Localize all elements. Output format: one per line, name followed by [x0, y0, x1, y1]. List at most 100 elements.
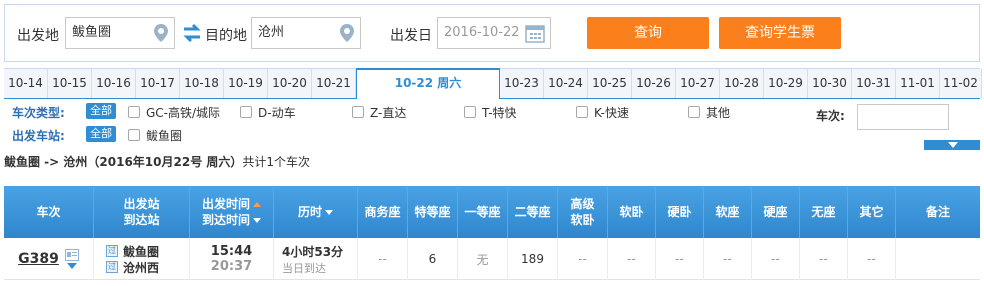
cell-business: --	[358, 238, 408, 280]
date-tab[interactable]: 10-16	[92, 69, 136, 98]
date-tab[interactable]: 10-20	[268, 69, 312, 98]
duration: 4小时53分	[282, 244, 344, 259]
date-tab[interactable]: 10-31	[852, 69, 896, 98]
train-type-all-button[interactable]: 全部	[86, 103, 116, 119]
from-station-input[interactable]: 鲅鱼圈	[65, 17, 175, 49]
filter-d[interactable]: D-动车	[240, 104, 296, 120]
cell-special: 6	[408, 238, 458, 280]
col-arrive-time-label: 到达时间	[201, 213, 250, 227]
cell-other: --	[848, 238, 896, 280]
date-tab[interactable]: 10-14	[4, 69, 48, 98]
col-hard-sleeper-label: 硬卧	[667, 205, 692, 219]
date-tab[interactable]: 11-01	[896, 69, 940, 98]
date-tab[interactable]: 10-24	[544, 69, 588, 98]
col-times[interactable]: 出发时间 到达时间	[190, 186, 274, 238]
checkbox[interactable]	[352, 106, 364, 118]
train-number-link[interactable]: G389	[18, 251, 59, 267]
col-hard-seat: 硬座	[752, 186, 800, 238]
date-tab[interactable]: 10-19	[224, 69, 268, 98]
location-pin-icon	[340, 24, 354, 42]
col-from-station-label: 出发站	[123, 197, 160, 211]
date-input[interactable]: 2016-10-22	[437, 17, 551, 49]
filter-z[interactable]: Z-直达	[352, 104, 406, 120]
date-tab[interactable]: 10-28	[720, 69, 764, 98]
filter-k[interactable]: K-快速	[576, 104, 629, 120]
arrive-time: 20:37	[210, 259, 253, 274]
train-no-input[interactable]	[857, 104, 949, 130]
date-tab[interactable]: 10-15	[48, 69, 92, 98]
col-duration[interactable]: 历时	[274, 186, 358, 238]
summary-route: 鲅鱼圈 -> 沧州（2016年10月22号 周六）	[4, 155, 243, 169]
sort-arrive-time[interactable]: 到达时间	[202, 212, 261, 228]
station-all-button[interactable]: 全部	[86, 126, 116, 142]
swap-icon[interactable]	[181, 22, 203, 44]
result-summary: 鲅鱼圈 -> 沧州（2016年10月22号 周六）共计1个车次	[4, 153, 310, 170]
date-tab[interactable]: 10-27	[676, 69, 720, 98]
checkbox[interactable]	[128, 129, 140, 141]
train-no-label: 车次:	[816, 109, 845, 123]
col-soft-seat: 软座	[704, 186, 752, 238]
checkbox[interactable]	[576, 106, 588, 118]
chevron-down-icon	[948, 142, 958, 148]
filter-panel: 车次类型: 全部 GC-高铁/城际 D-动车 Z-直达 T-特快 K-快速 其他…	[4, 101, 980, 149]
to-label: 目的地	[205, 28, 247, 44]
arrive-day: 当日到达	[282, 261, 326, 275]
summary-count: 共计1个车次	[242, 155, 311, 169]
checkbox[interactable]	[688, 106, 700, 118]
from-station-name: 鲅鱼圈	[123, 244, 160, 259]
col-soft-sleeper: 软卧	[608, 186, 656, 238]
date-tab[interactable]: 10-21	[312, 69, 356, 98]
date-tab[interactable]: 11-02	[940, 69, 982, 98]
date-tab[interactable]: 10-29	[764, 69, 808, 98]
date-tab-active[interactable]: 10-22 周六	[356, 68, 500, 99]
sort-depart-time[interactable]: 出发时间	[202, 196, 261, 212]
cell-second: 189	[508, 238, 558, 280]
col-first: 一等座	[458, 186, 508, 238]
col-hard-seat-label: 硬座	[763, 205, 788, 219]
date-tab[interactable]: 10-23	[500, 69, 544, 98]
table-header: 车次 出发站 到达站 出发时间 到达时间 历时 商务座 特等座 一等座 二等座 高级…	[4, 186, 980, 238]
filter-gc-label: GC-高铁/城际	[146, 105, 221, 120]
filter-other-label: 其他	[706, 105, 731, 120]
from-station: 过鲅鱼圈	[106, 243, 159, 259]
to-station-input[interactable]: 沧州	[251, 17, 361, 49]
col-business-label: 商务座	[364, 205, 401, 219]
cell-hard-sleeper: --	[656, 238, 704, 280]
collapse-filter-button[interactable]	[924, 140, 980, 150]
filter-other[interactable]: 其他	[688, 104, 730, 120]
station-filter-row: 出发车站: 全部 鲅鱼圈	[4, 124, 764, 144]
cell-no-seat: --	[800, 238, 848, 280]
calendar-icon[interactable]	[524, 22, 546, 44]
checkbox[interactable]	[464, 106, 476, 118]
depart-time: 15:44	[210, 244, 253, 259]
info-card-icon[interactable]	[64, 249, 79, 261]
date-tab[interactable]: 10-30	[808, 69, 852, 98]
sort-desc-icon	[253, 218, 261, 223]
col-to-station-label: 到达站	[123, 213, 160, 227]
date-label: 出发日	[390, 28, 432, 44]
search-bar: 出发地 鲅鱼圈 目的地 沧州 出发日 2016-10-22 查询 查询学生票	[4, 4, 980, 62]
col-duration-label: 历时	[297, 205, 322, 219]
date-tab[interactable]: 10-17	[136, 69, 180, 98]
col-high-soft-sleeper: 高级 软卧	[558, 186, 608, 238]
checkbox[interactable]	[128, 106, 140, 118]
filter-station[interactable]: 鲅鱼圈	[128, 127, 182, 143]
date-tab[interactable]: 10-18	[180, 69, 224, 98]
student-ticket-button[interactable]: 查询学生票	[719, 17, 841, 49]
checkbox[interactable]	[240, 106, 252, 118]
cell-remark	[896, 238, 980, 280]
cell-soft-sleeper: --	[608, 238, 656, 280]
chevron-down-icon[interactable]	[66, 263, 77, 269]
from-label: 出发地	[17, 28, 59, 44]
date-tab[interactable]: 10-26	[632, 69, 676, 98]
filter-t[interactable]: T-特快	[464, 104, 517, 120]
filter-t-label: T-特快	[482, 105, 517, 120]
cell-first: 无	[458, 238, 508, 280]
sort-asc-icon	[253, 202, 261, 207]
date-tab[interactable]: 10-25	[588, 69, 632, 98]
train-detail-toggle[interactable]	[64, 249, 79, 269]
filter-gc[interactable]: GC-高铁/城际	[128, 104, 220, 120]
col-no-seat: 无座	[800, 186, 848, 238]
query-button[interactable]: 查询	[587, 17, 709, 49]
filter-d-label: D-动车	[258, 105, 296, 120]
